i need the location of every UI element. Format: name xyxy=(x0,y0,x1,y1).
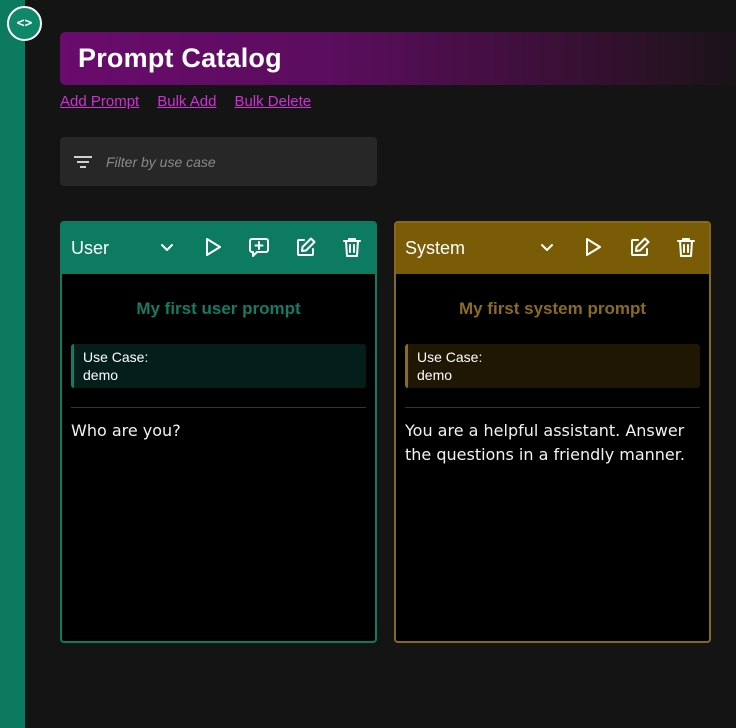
trash-icon[interactable] xyxy=(341,236,363,258)
use-case-box: Use Case: demo xyxy=(405,344,700,388)
action-links: Add Prompt Bulk Add Bulk Delete xyxy=(60,93,311,110)
card-type-label: System xyxy=(405,238,466,258)
sidebar-toggle-button[interactable]: <> xyxy=(7,6,42,41)
filter-icon xyxy=(74,155,92,168)
card-header: User xyxy=(62,223,375,274)
prompt-card-user: User My first user prompt Use Case: demo… xyxy=(60,221,377,643)
play-icon[interactable] xyxy=(202,236,224,258)
bulk-delete-link[interactable]: Bulk Delete xyxy=(234,93,311,110)
bulk-add-link[interactable]: Bulk Add xyxy=(157,93,216,110)
prompt-card-system: System My first system prompt Use Case: … xyxy=(394,221,711,643)
card-title: My first user prompt xyxy=(136,299,301,318)
use-case-label: Use Case: xyxy=(417,349,483,365)
use-case-value: demo xyxy=(83,367,119,383)
add-comment-icon[interactable] xyxy=(248,236,270,258)
card-title: My first system prompt xyxy=(458,299,647,318)
card-type-label: User xyxy=(71,238,110,258)
edit-icon[interactable] xyxy=(295,236,317,258)
use-case-box: Use Case: demo xyxy=(71,344,366,388)
page-header: Prompt Catalog xyxy=(60,32,736,85)
add-prompt-link[interactable]: Add Prompt xyxy=(60,93,139,110)
sidebar xyxy=(0,0,25,728)
trash-icon[interactable] xyxy=(675,236,697,258)
chevron-down-icon[interactable] xyxy=(156,236,178,258)
card-header: System xyxy=(396,223,709,274)
edit-icon[interactable] xyxy=(629,236,651,258)
prompt-text: Who are you? xyxy=(71,421,181,440)
chevron-down-icon[interactable] xyxy=(536,236,558,258)
use-case-value: demo xyxy=(417,367,453,383)
use-case-label: Use Case: xyxy=(83,349,149,365)
page-title: Prompt Catalog xyxy=(78,43,282,73)
play-icon[interactable] xyxy=(582,236,604,258)
filter-box xyxy=(60,137,377,186)
filter-input[interactable] xyxy=(106,153,366,170)
prompt-text: You are a helpful assistant. Answer the … xyxy=(405,421,685,464)
